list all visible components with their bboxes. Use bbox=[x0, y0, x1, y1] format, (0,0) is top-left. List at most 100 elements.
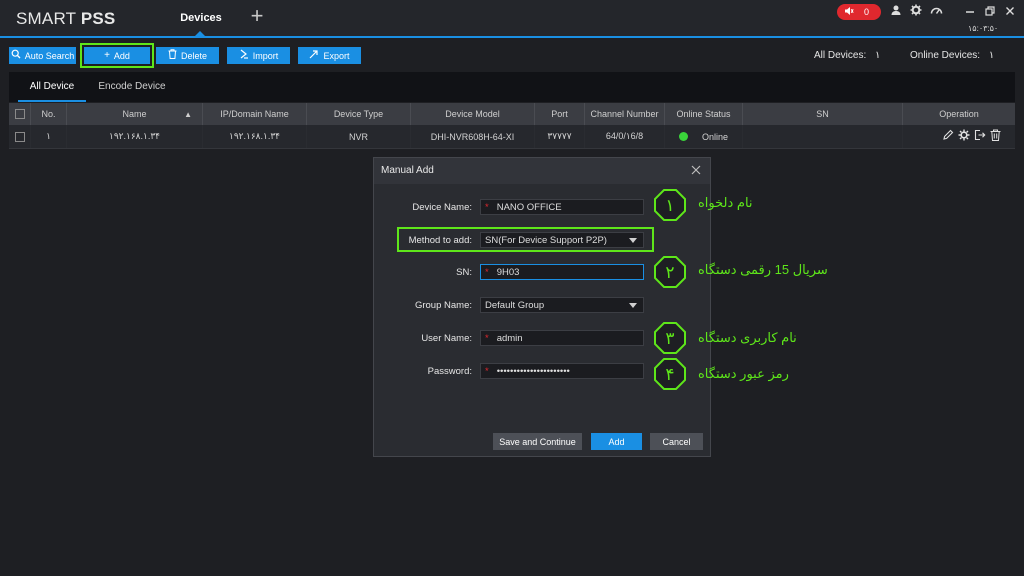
delete-button[interactable]: Delete bbox=[156, 47, 219, 64]
sn-value: 9H03 bbox=[496, 266, 520, 278]
all-devices-number: ۱ bbox=[875, 50, 881, 61]
cell-ip: ۱۹۲.۱۶۸.۱.۳۴ bbox=[203, 125, 307, 148]
cell-no: ۱ bbox=[31, 125, 67, 148]
sort-up-icon: ▲ bbox=[184, 109, 192, 119]
online-devices-number: ۱ bbox=[988, 50, 995, 61]
device-subtabs: All Device Encode Device bbox=[9, 72, 1015, 102]
password-value: •••••••••••••••••••••• bbox=[496, 365, 570, 377]
table-header: No. Name ▲ IP/Domain Name Device Type De… bbox=[9, 103, 1015, 125]
auto-search-button[interactable]: Auto Search bbox=[9, 47, 76, 64]
clock: ۱۵:۰۳:۵۰ bbox=[968, 24, 999, 33]
sn-input[interactable]: * 9H03 bbox=[480, 264, 644, 280]
select-all-checkbox[interactable] bbox=[14, 109, 25, 119]
auto-search-label: Auto Search bbox=[24, 50, 75, 61]
dialog-add-button[interactable]: Add bbox=[591, 433, 642, 450]
header-no[interactable]: No. bbox=[31, 103, 67, 125]
cell-online-status: Online bbox=[665, 125, 743, 148]
logo-text-bold: PSS bbox=[80, 9, 116, 28]
required-marker: * bbox=[485, 332, 489, 344]
cell-sn bbox=[743, 125, 903, 148]
plus-icon: + bbox=[104, 50, 110, 61]
edit-icon[interactable] bbox=[942, 129, 954, 144]
all-devices-count: All Devices: ۱ bbox=[814, 50, 880, 61]
alarm-badge[interactable]: 0 bbox=[837, 4, 881, 20]
table-row[interactable]: ۱ ۱۹۲.۱۶۸.۱.۳۴ ۱۹۲.۱۶۸.۱.۳۴ NVR DHI-NVR6… bbox=[9, 125, 1015, 149]
header-port[interactable]: Port bbox=[535, 103, 585, 125]
step-3-annotation: نام کاربری دستگاه bbox=[698, 330, 797, 345]
dialog-header: Manual Add bbox=[374, 158, 710, 184]
caret-down-icon bbox=[629, 303, 637, 308]
tab-all-device[interactable]: All Device bbox=[18, 72, 86, 102]
restore-icon[interactable] bbox=[982, 4, 998, 20]
dialog-close-icon[interactable] bbox=[688, 162, 704, 178]
header-sn[interactable]: SN bbox=[743, 103, 903, 125]
step-2-badge: ۲ bbox=[654, 256, 686, 288]
tab-devices[interactable]: Devices bbox=[170, 0, 232, 36]
group-value: Default Group bbox=[485, 299, 545, 311]
method-highlight-box bbox=[397, 227, 654, 252]
row-checkbox[interactable] bbox=[14, 131, 25, 142]
cell-device-model: DHI-NVR608H-64-XI bbox=[411, 125, 535, 148]
device-name-value: NANO OFFICE bbox=[496, 201, 562, 213]
user-icon[interactable] bbox=[888, 4, 904, 20]
alarm-count: 0 bbox=[864, 7, 870, 17]
all-devices-label: All Devices: bbox=[814, 50, 867, 61]
online-status-text: Online bbox=[701, 131, 728, 142]
minimize-icon[interactable] bbox=[962, 4, 978, 20]
cell-port: ۳۷۷۷۷ bbox=[535, 125, 585, 148]
header-online-status[interactable]: Online Status bbox=[665, 103, 743, 125]
cell-device-type: NVR bbox=[307, 125, 411, 148]
online-devices-label: Online Devices: bbox=[910, 50, 981, 61]
header-device-model[interactable]: Device Model bbox=[411, 103, 535, 125]
delete-label: Delete bbox=[180, 50, 207, 61]
online-devices-count: Online Devices: ۱ bbox=[910, 50, 994, 61]
dialog-cancel-button[interactable]: Cancel bbox=[650, 433, 703, 450]
gear-icon[interactable] bbox=[908, 4, 924, 20]
device-config-gear-icon[interactable] bbox=[958, 129, 970, 144]
device-table: No. Name ▲ IP/Domain Name Device Type De… bbox=[9, 103, 1015, 149]
step-1-badge: ۱ bbox=[654, 189, 686, 221]
app-logo: SMART PSS bbox=[16, 9, 115, 29]
device-name-label: Device Name: bbox=[412, 202, 472, 213]
speedometer-icon[interactable] bbox=[928, 4, 944, 20]
search-icon bbox=[11, 49, 21, 62]
save-and-continue-button[interactable]: Save and Continue bbox=[493, 433, 582, 450]
group-select[interactable]: Default Group bbox=[480, 297, 644, 313]
toolbar: Auto Search + Add Delete Import Export A… bbox=[0, 40, 1024, 70]
header-name[interactable]: Name ▲ bbox=[67, 103, 203, 125]
step-2-annotation: سریال 15 رقمی دستگاه bbox=[698, 262, 828, 277]
import-button[interactable]: Import bbox=[227, 47, 290, 64]
dialog-title: Manual Add bbox=[381, 165, 434, 176]
device-name-input[interactable]: * NANO OFFICE bbox=[480, 199, 644, 215]
header-channel-number[interactable]: Channel Number bbox=[585, 103, 665, 125]
user-name-label: User Name: bbox=[421, 333, 472, 344]
step-4-number: ۴ bbox=[665, 365, 674, 385]
step-4-annotation: رمز عبور دستگاه bbox=[698, 366, 789, 381]
header-ip[interactable]: IP/Domain Name bbox=[203, 103, 307, 125]
required-marker: * bbox=[485, 201, 489, 213]
add-tab-icon[interactable]: + bbox=[246, 5, 268, 28]
export-button[interactable]: Export bbox=[298, 47, 361, 64]
sn-label: SN: bbox=[456, 267, 472, 278]
step-3-number: ۳ bbox=[665, 329, 674, 349]
trash-icon bbox=[168, 49, 177, 62]
export-icon bbox=[309, 49, 319, 62]
step-4-badge: ۴ bbox=[654, 358, 686, 390]
import-icon bbox=[239, 49, 249, 62]
group-row: Group Name: Default Group bbox=[374, 297, 712, 315]
required-marker: * bbox=[485, 365, 489, 377]
required-marker: * bbox=[485, 266, 489, 278]
close-window-icon[interactable] bbox=[1002, 4, 1018, 20]
password-input[interactable]: * •••••••••••••••••••••• bbox=[480, 363, 644, 379]
delete-row-trash-icon[interactable] bbox=[990, 129, 1001, 144]
header-device-type[interactable]: Device Type bbox=[307, 103, 411, 125]
step-1-annotation: نام دلخواه bbox=[698, 195, 753, 210]
header-operation: Operation bbox=[939, 109, 979, 119]
user-name-value: admin bbox=[496, 332, 523, 344]
user-name-input[interactable]: * admin bbox=[480, 330, 644, 346]
logout-icon[interactable] bbox=[974, 129, 986, 144]
cell-name: ۱۹۲.۱۶۸.۱.۳۴ bbox=[67, 125, 203, 148]
tab-encode-device[interactable]: Encode Device bbox=[91, 72, 173, 102]
add-button[interactable]: + Add bbox=[80, 43, 154, 68]
app-window: SMART PSS Devices + 0 ۱۵:۰۳:۵۰ Auto Sear… bbox=[0, 0, 1024, 576]
